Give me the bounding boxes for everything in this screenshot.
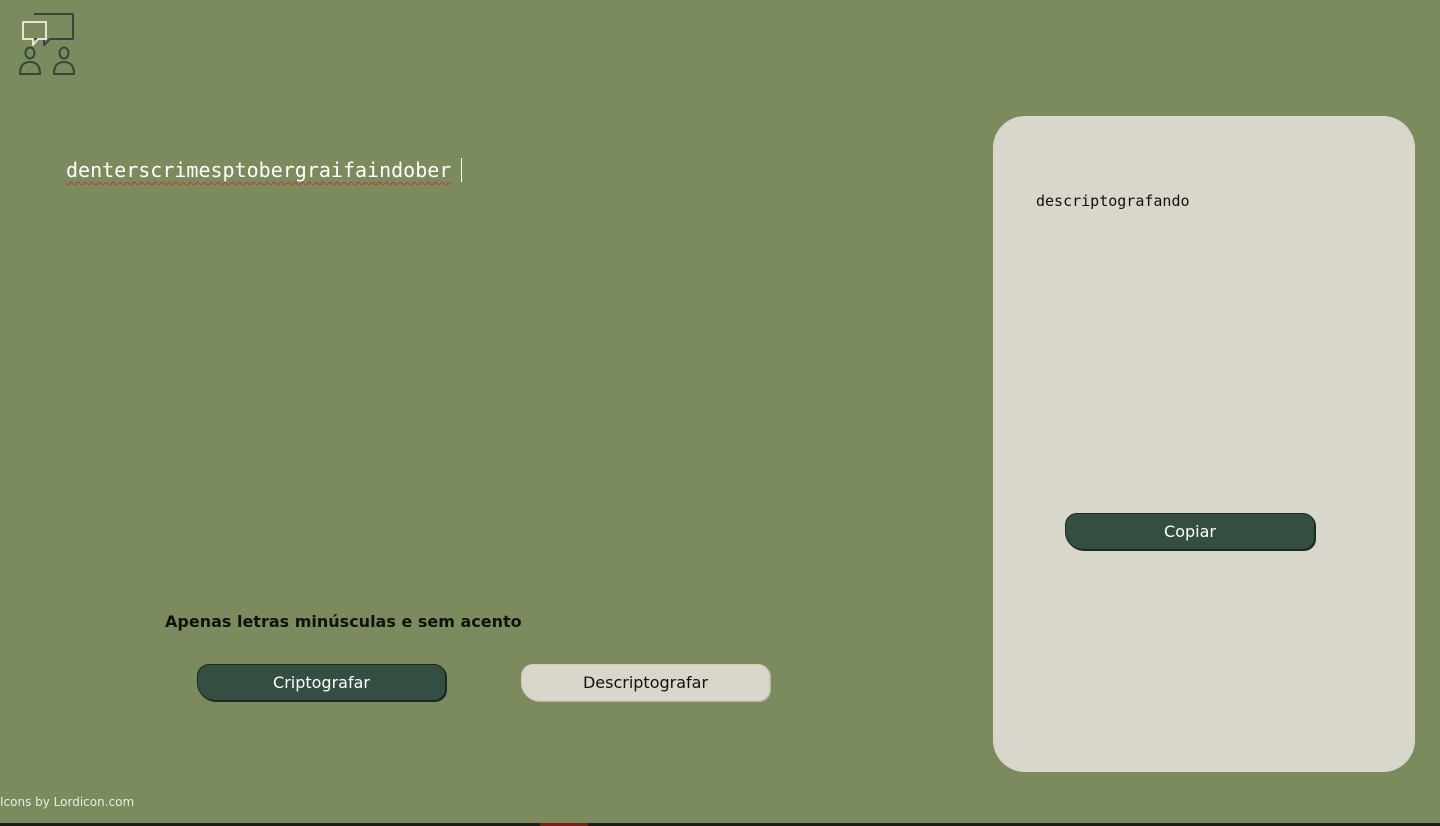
- message-input[interactable]: denterscrimesptobergraifaindober: [66, 156, 926, 576]
- encrypt-button[interactable]: Criptografar: [197, 664, 446, 701]
- output-text: descriptografando: [1036, 192, 1190, 210]
- input-hint: Apenas letras minúsculas e sem acento: [165, 612, 522, 631]
- copy-button[interactable]: Copiar: [1065, 513, 1315, 550]
- text-caret: [461, 158, 462, 182]
- chat-people-icon: [17, 11, 77, 77]
- decrypt-button[interactable]: Descriptografar: [521, 664, 770, 701]
- output-panel: descriptografando Copiar: [993, 116, 1415, 772]
- icon-credit: Icons by Lordicon.com: [0, 795, 135, 809]
